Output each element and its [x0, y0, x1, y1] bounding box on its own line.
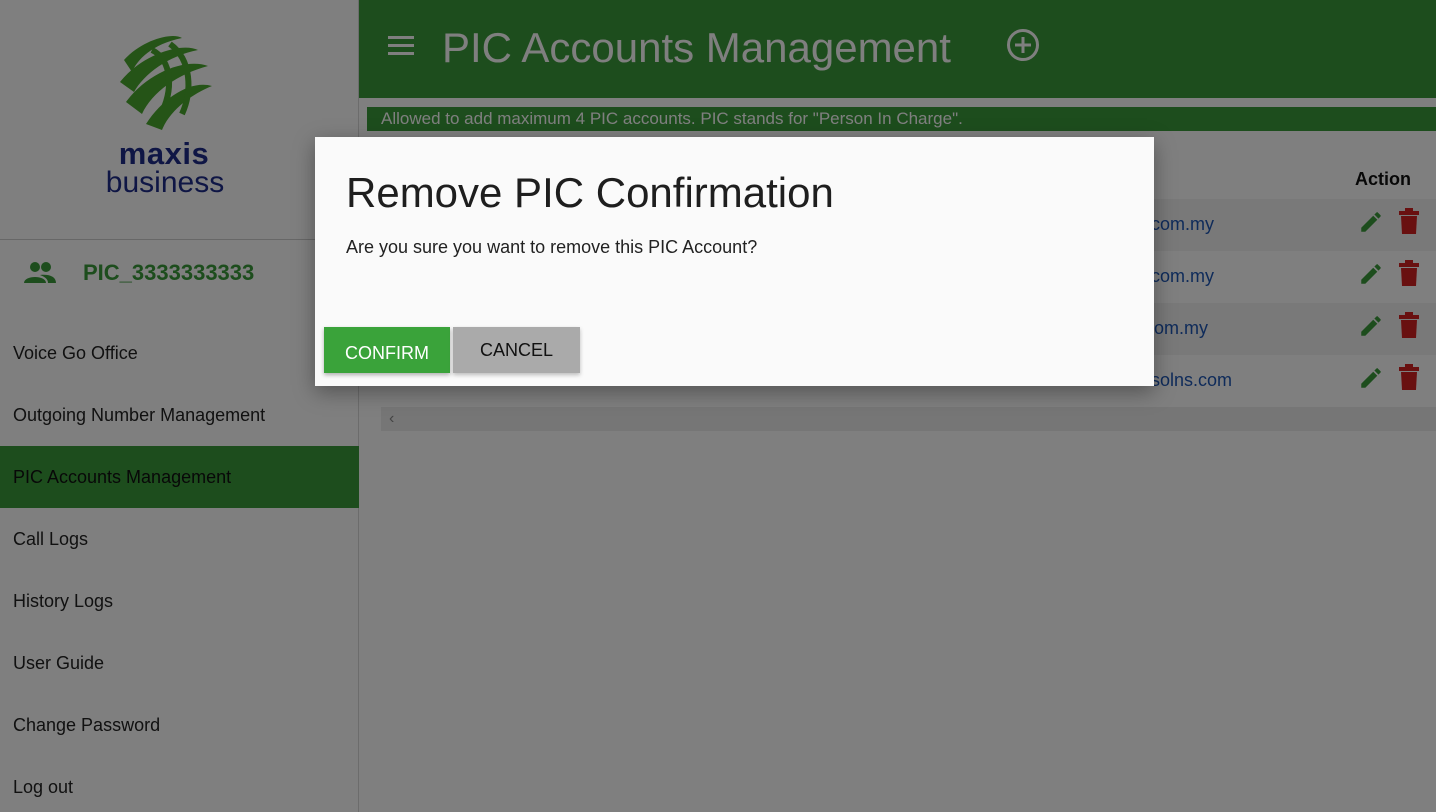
dialog-title: Remove PIC Confirmation	[346, 169, 834, 216]
remove-pic-dialog: Remove PIC Confirmation Are you sure you…	[315, 137, 1154, 386]
cancel-button[interactable]: CANCEL	[453, 327, 580, 373]
dialog-message: Are you sure you want to remove this PIC…	[346, 237, 758, 257]
confirm-button[interactable]: CONFIRM	[324, 327, 450, 373]
modal-overlay[interactable]	[0, 0, 1436, 812]
